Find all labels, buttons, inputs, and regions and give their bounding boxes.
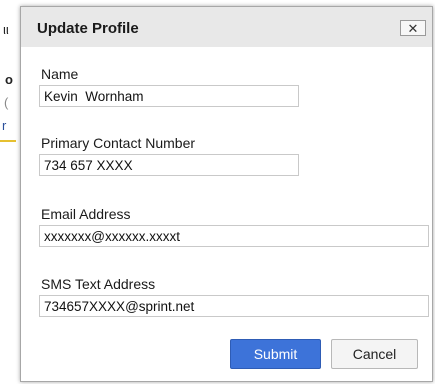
sms-label: SMS Text Address (41, 276, 156, 292)
submit-button[interactable]: Submit (230, 339, 321, 369)
phone-field[interactable] (39, 154, 299, 176)
background-text-fragment: o (5, 72, 13, 87)
background-page: ιι o ( r (0, 0, 22, 384)
dialog-titlebar[interactable]: Update Profile ✕ (21, 7, 432, 47)
background-text-fragment: ιι (3, 22, 9, 37)
phone-label: Primary Contact Number (41, 135, 196, 151)
close-button[interactable]: ✕ (400, 20, 426, 36)
update-profile-dialog: Update Profile ✕ Name Primary Contact Nu… (20, 6, 433, 382)
background-text-fragment: ( (4, 95, 9, 110)
background-divider (0, 140, 16, 142)
name-label: Name (41, 66, 79, 82)
sms-field[interactable] (39, 295, 429, 317)
background-text-fragment: r (2, 118, 7, 133)
email-field[interactable] (39, 225, 429, 247)
close-icon: ✕ (407, 20, 419, 36)
name-field[interactable] (39, 85, 299, 107)
email-label: Email Address (41, 206, 131, 222)
cancel-button[interactable]: Cancel (331, 339, 418, 369)
dialog-title: Update Profile (37, 20, 139, 37)
